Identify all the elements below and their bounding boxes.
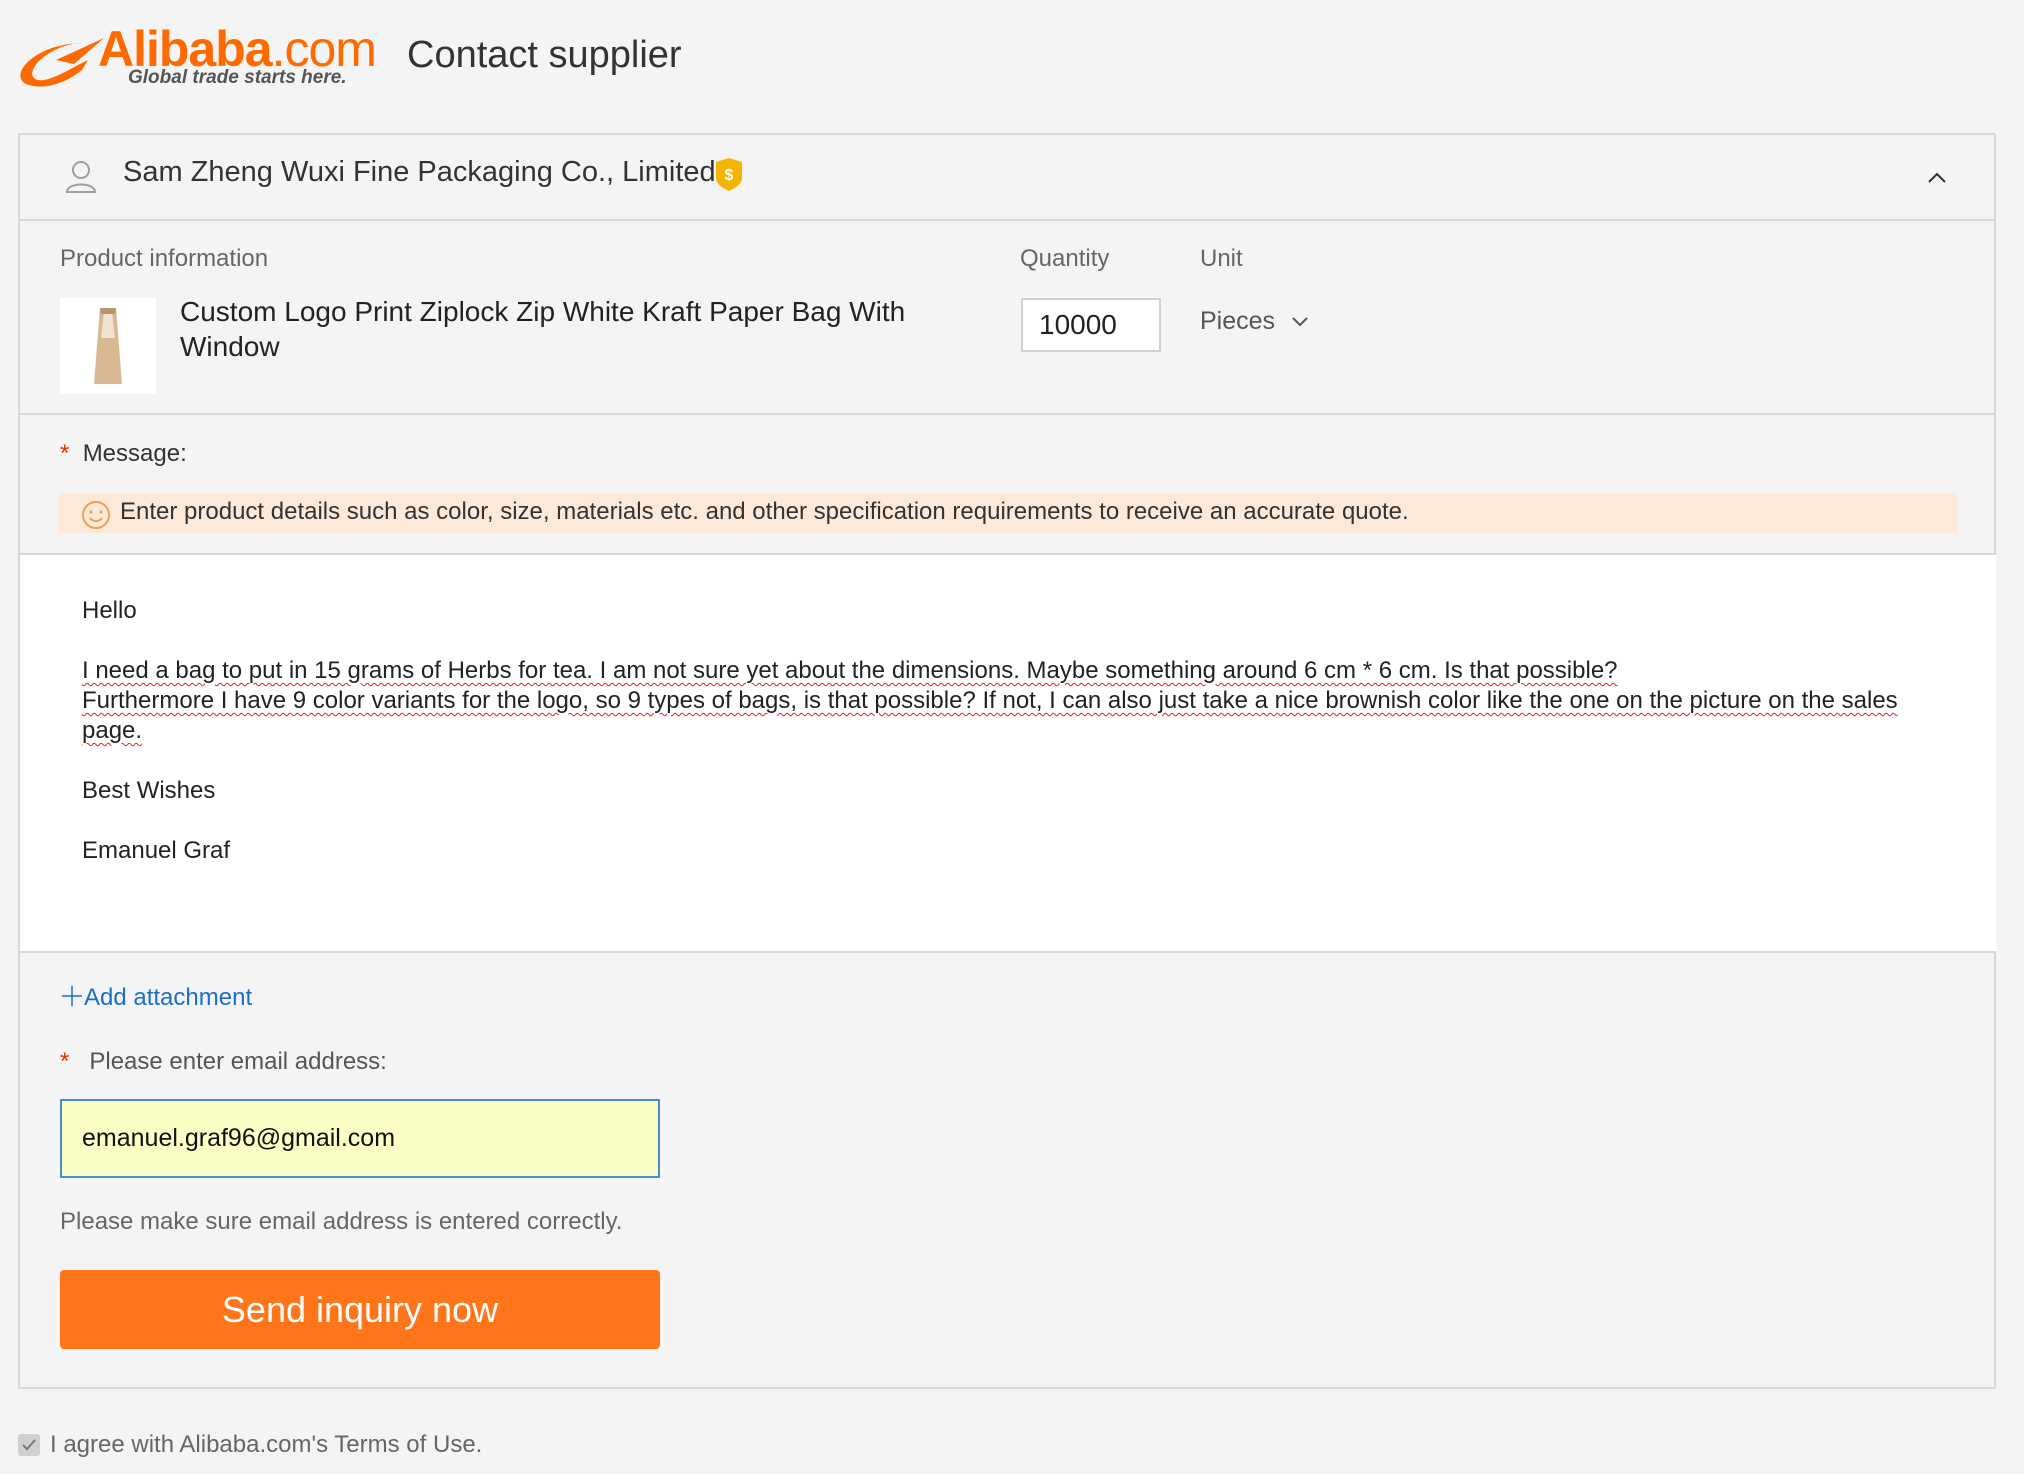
quantity-label: Quantity	[1020, 245, 1110, 272]
tip-text: Enter product details such as color, siz…	[120, 498, 1409, 525]
message-line: Hello	[82, 597, 137, 624]
message-line: Best Wishes	[82, 777, 216, 804]
chevron-up-icon[interactable]	[1924, 165, 1950, 191]
message-line: Furthermore I have 9 color variants for …	[82, 687, 1898, 714]
unit-value: Pieces	[1200, 307, 1276, 335]
terms-checkbox[interactable]	[18, 1434, 40, 1456]
message-line: Emanuel Graf	[82, 837, 231, 864]
send-inquiry-button[interactable]: Send inquiry now	[60, 1270, 660, 1349]
email-hint: Please make sure email address is entere…	[60, 1208, 623, 1235]
user-icon	[65, 161, 97, 193]
logo-tagline: Global trade starts here.	[128, 67, 347, 88]
product-title[interactable]: Custom Logo Print Ziplock Zip White Kraf…	[180, 294, 940, 364]
message-label-text: Message:	[82, 440, 187, 467]
terms-label[interactable]: I agree with Alibaba.com's Terms of Use.	[50, 1431, 482, 1459]
checkmark-icon	[22, 1439, 36, 1451]
section-divider	[20, 413, 1994, 415]
required-mark: *	[60, 1048, 70, 1075]
product-info-label: Product information	[60, 245, 269, 272]
email-label-text: Please enter email address:	[89, 1048, 387, 1075]
unit-label: Unit	[1200, 245, 1243, 272]
add-attachment-link[interactable]: Add attachment	[60, 984, 252, 1012]
page-title: Contact supplier	[407, 34, 682, 76]
product-thumbnail[interactable]	[60, 298, 156, 394]
alibaba-logo-icon	[20, 38, 104, 87]
add-attachment-label: Add attachment	[84, 984, 253, 1011]
quantity-input[interactable]	[1021, 298, 1161, 352]
plus-icon	[62, 986, 82, 1006]
unit-select[interactable]: Pieces	[1200, 307, 1310, 336]
kraft-bag-image	[94, 308, 122, 384]
smiley-icon	[82, 501, 110, 529]
message-line: page.	[82, 717, 143, 744]
message-textarea[interactable]: Hello I need a bag to put in 15 grams of…	[20, 553, 1996, 953]
svg-text:$: $	[725, 167, 734, 184]
message-line: I need a bag to put in 15 grams of Herbs…	[82, 657, 1618, 684]
email-label: * Please enter email address:	[60, 1048, 387, 1076]
required-mark: *	[60, 440, 70, 467]
gold-supplier-shield-icon: $	[716, 158, 742, 191]
email-field[interactable]	[60, 1099, 660, 1178]
supplier-name: Sam Zheng Wuxi Fine Packaging Co., Limit…	[123, 156, 716, 188]
message-label: * Message:	[60, 440, 187, 468]
chevron-down-icon	[1292, 317, 1308, 327]
